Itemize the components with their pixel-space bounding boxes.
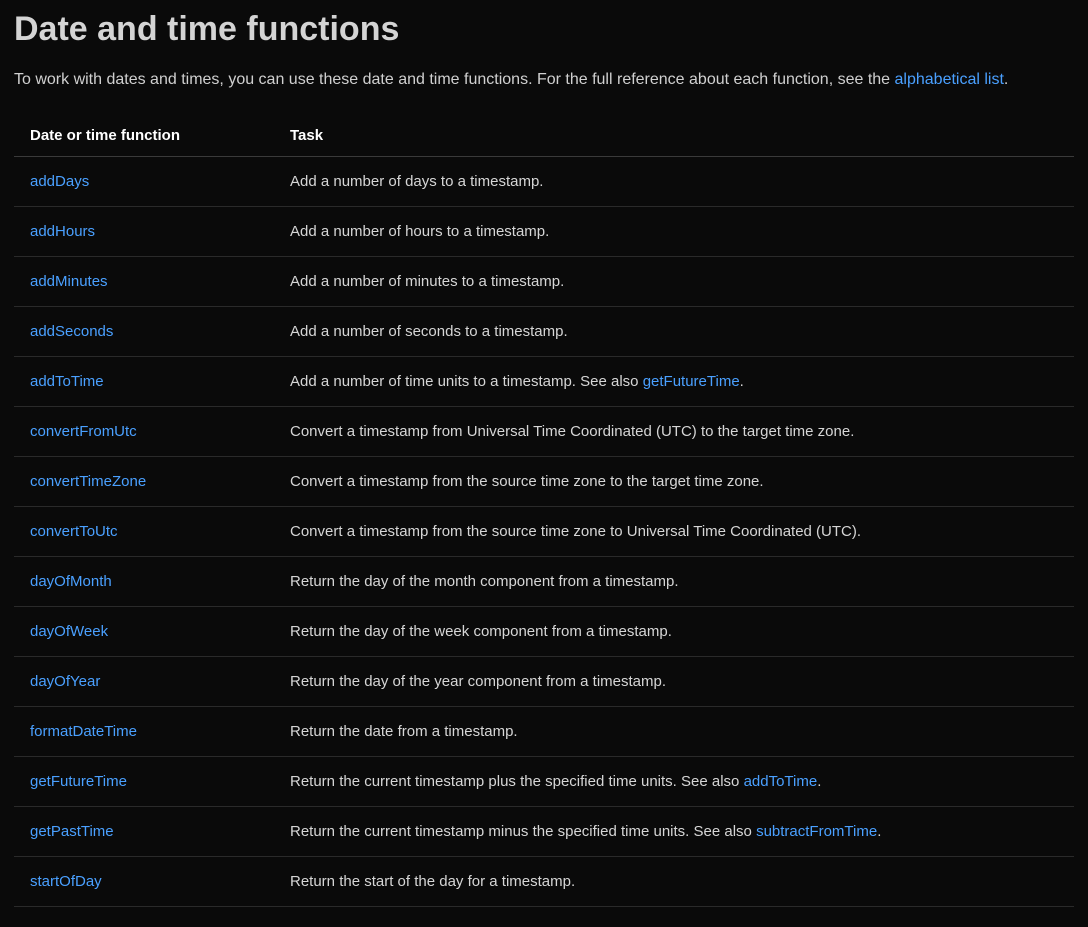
function-cell: dayOfWeek bbox=[14, 606, 274, 656]
table-row: convertTimeZone Convert a timestamp from … bbox=[14, 456, 1074, 506]
table-header-task: Task bbox=[274, 115, 1074, 157]
task-text-after: . bbox=[740, 373, 744, 390]
task-text-before: Return the current timestamp minus the s… bbox=[290, 823, 756, 840]
task-cell: Return the date from a timestamp. bbox=[274, 706, 1074, 756]
task-text-before: Return the start of the day for a timest… bbox=[290, 873, 575, 890]
intro-paragraph: To work with dates and times, you can us… bbox=[14, 67, 1074, 93]
function-link[interactable]: convertToUtc bbox=[30, 523, 118, 540]
table-row: convertFromUtc Convert a timestamp from U… bbox=[14, 406, 1074, 456]
task-text-before: Add a number of seconds to a timestamp. bbox=[290, 323, 568, 340]
function-link[interactable]: addSeconds bbox=[30, 323, 113, 340]
task-text-before: Convert a timestamp from the source time… bbox=[290, 523, 861, 540]
function-link[interactable]: dayOfYear bbox=[30, 673, 100, 690]
table-row: addSeconds Add a number of seconds to a t… bbox=[14, 306, 1074, 356]
task-text-before: Convert a timestamp from the source time… bbox=[290, 473, 764, 490]
task-cell: Add a number of days to a timestamp. bbox=[274, 156, 1074, 206]
task-text-before: Add a number of days to a timestamp. bbox=[290, 173, 543, 190]
table-row: dayOfYear Return the day of the year comp… bbox=[14, 656, 1074, 706]
task-text-before: Add a number of minutes to a timestamp. bbox=[290, 273, 564, 290]
function-cell: convertToUtc bbox=[14, 506, 274, 556]
function-cell: addToTime bbox=[14, 356, 274, 406]
task-inline-link[interactable]: getFutureTime bbox=[643, 373, 740, 390]
table-row: addHours Add a number of hours to a times… bbox=[14, 206, 1074, 256]
function-cell: getPastTime bbox=[14, 806, 274, 856]
task-cell: Return the start of the day for a timest… bbox=[274, 856, 1074, 906]
function-cell: dayOfYear bbox=[14, 656, 274, 706]
task-cell: Add a number of seconds to a timestamp. bbox=[274, 306, 1074, 356]
task-cell: Convert a timestamp from Universal Time … bbox=[274, 406, 1074, 456]
function-link[interactable]: startOfDay bbox=[30, 873, 102, 890]
function-cell: addSeconds bbox=[14, 306, 274, 356]
function-link[interactable]: getPastTime bbox=[30, 823, 114, 840]
task-cell: Return the current timestamp plus the sp… bbox=[274, 756, 1074, 806]
task-text-after: . bbox=[877, 823, 881, 840]
task-cell: Convert a timestamp from the source time… bbox=[274, 456, 1074, 506]
task-text-before: Convert a timestamp from Universal Time … bbox=[290, 423, 854, 440]
intro-text-after: . bbox=[1004, 71, 1008, 88]
function-cell: getFutureTime bbox=[14, 756, 274, 806]
function-link[interactable]: addHours bbox=[30, 223, 95, 240]
task-text-before: Return the current timestamp plus the sp… bbox=[290, 773, 744, 790]
table-header-function: Date or time function bbox=[14, 115, 274, 157]
function-link[interactable]: dayOfWeek bbox=[30, 623, 108, 640]
table-row: startOfDay Return the start of the day fo… bbox=[14, 856, 1074, 906]
task-cell: Convert a timestamp from the source time… bbox=[274, 506, 1074, 556]
intro-text-before: To work with dates and times, you can us… bbox=[14, 71, 895, 88]
functions-table: Date or time function Task addDays Add a … bbox=[14, 115, 1074, 907]
table-row: formatDateTime Return the date from a tim… bbox=[14, 706, 1074, 756]
task-cell: Return the day of the week component fro… bbox=[274, 606, 1074, 656]
table-row: addMinutes Add a number of minutes to a t… bbox=[14, 256, 1074, 306]
function-cell: dayOfMonth bbox=[14, 556, 274, 606]
table-row: convertToUtc Convert a timestamp from the… bbox=[14, 506, 1074, 556]
function-cell: convertTimeZone bbox=[14, 456, 274, 506]
function-cell: addDays bbox=[14, 156, 274, 206]
task-text-before: Return the day of the week component fro… bbox=[290, 623, 672, 640]
alphabetical-list-link[interactable]: alphabetical list bbox=[895, 71, 1004, 88]
task-inline-link[interactable]: subtractFromTime bbox=[756, 823, 877, 840]
task-text-after: . bbox=[817, 773, 821, 790]
function-link[interactable]: convertFromUtc bbox=[30, 423, 137, 440]
task-text-before: Add a number of time units to a timestam… bbox=[290, 373, 643, 390]
function-link[interactable]: dayOfMonth bbox=[30, 573, 112, 590]
task-cell: Add a number of minutes to a timestamp. bbox=[274, 256, 1074, 306]
function-link[interactable]: addDays bbox=[30, 173, 89, 190]
function-cell: formatDateTime bbox=[14, 706, 274, 756]
function-cell: convertFromUtc bbox=[14, 406, 274, 456]
table-row: getFutureTime Return the current timestam… bbox=[14, 756, 1074, 806]
function-cell: addHours bbox=[14, 206, 274, 256]
task-text-before: Return the date from a timestamp. bbox=[290, 723, 518, 740]
task-cell: Add a number of time units to a timestam… bbox=[274, 356, 1074, 406]
table-row: dayOfMonth Return the day of the month co… bbox=[14, 556, 1074, 606]
page-title: Date and time functions bbox=[14, 10, 1074, 49]
table-row: getPastTime Return the current timestamp … bbox=[14, 806, 1074, 856]
function-cell: addMinutes bbox=[14, 256, 274, 306]
function-link[interactable]: addToTime bbox=[30, 373, 104, 390]
task-cell: Return the current timestamp minus the s… bbox=[274, 806, 1074, 856]
table-row: dayOfWeek Return the day of the week comp… bbox=[14, 606, 1074, 656]
function-link[interactable]: convertTimeZone bbox=[30, 473, 146, 490]
task-cell: Return the day of the month component fr… bbox=[274, 556, 1074, 606]
task-text-before: Return the day of the year component fro… bbox=[290, 673, 666, 690]
task-text-before: Return the day of the month component fr… bbox=[290, 573, 679, 590]
task-inline-link[interactable]: addToTime bbox=[744, 773, 818, 790]
function-cell: startOfDay bbox=[14, 856, 274, 906]
task-cell: Add a number of hours to a timestamp. bbox=[274, 206, 1074, 256]
task-cell: Return the day of the year component fro… bbox=[274, 656, 1074, 706]
function-link[interactable]: formatDateTime bbox=[30, 723, 137, 740]
task-text-before: Add a number of hours to a timestamp. bbox=[290, 223, 549, 240]
function-link[interactable]: addMinutes bbox=[30, 273, 108, 290]
function-link[interactable]: getFutureTime bbox=[30, 773, 127, 790]
table-row: addToTime Add a number of time units to a… bbox=[14, 356, 1074, 406]
table-row: addDays Add a number of days to a timesta… bbox=[14, 156, 1074, 206]
